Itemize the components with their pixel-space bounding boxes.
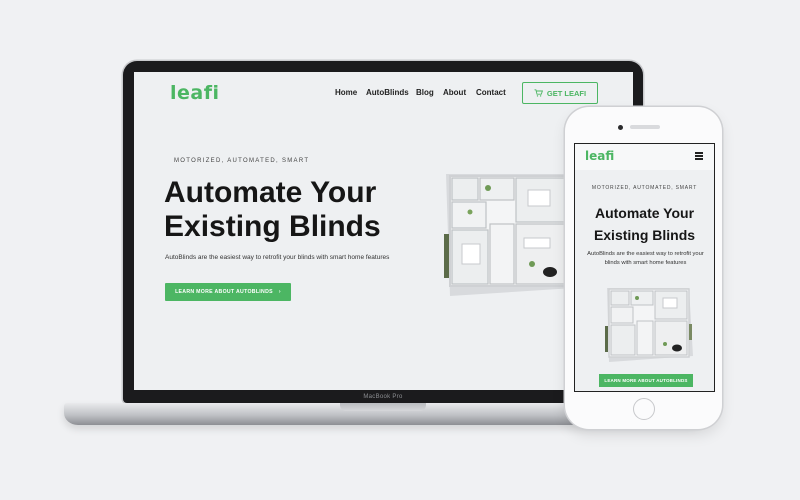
cart-icon xyxy=(534,89,543,97)
phone-speaker xyxy=(630,125,660,129)
mobile-logo[interactable]: leafi xyxy=(585,149,614,163)
mobile-hero-title-line2: Existing Blinds xyxy=(593,227,696,243)
hamburger-icon[interactable] xyxy=(695,152,703,161)
hero-title-line1: Automate Your xyxy=(164,176,377,209)
hero-title: Automate Your Existing Blinds xyxy=(164,176,414,244)
hero-title-line2: Existing Blinds xyxy=(164,210,381,243)
navbar: leafi Home AutoBlinds Blog About Contact… xyxy=(134,72,633,114)
nav-link-autoblinds[interactable]: AutoBlinds xyxy=(366,88,409,97)
nav-link-about[interactable]: About xyxy=(443,88,466,97)
laptop-device-label: MacBook Pro xyxy=(363,394,403,400)
mobile-floorplan-image xyxy=(605,288,693,362)
laptop-notch xyxy=(340,403,426,411)
chevron-right-icon: › xyxy=(278,289,281,295)
get-leafi-button[interactable]: GET LEAFI xyxy=(522,82,598,104)
nav-link-blog[interactable]: Blog xyxy=(416,88,434,97)
phone-camera xyxy=(618,125,623,130)
mobile-hero-title-line1: Automate Your xyxy=(594,205,695,221)
phone-screen: leafi MOTORIZED, AUTOMATED, SMART Automa… xyxy=(574,143,715,392)
floorplan-image xyxy=(444,174,574,296)
mobile-learn-more-button[interactable]: LEARN MORE ABOUT AUTOBLINDS xyxy=(599,374,693,387)
mobile-hero-title: Automate Your Existing Blinds xyxy=(575,202,714,246)
get-leafi-label: GET LEAFI xyxy=(546,88,587,98)
mobile-navbar: leafi xyxy=(575,144,714,170)
learn-more-button[interactable]: LEARN MORE ABOUT AUTOBLINDS › xyxy=(165,283,291,301)
logo[interactable]: leafi xyxy=(170,82,220,104)
laptop-screen: leafi Home AutoBlinds Blog About Contact… xyxy=(134,72,633,390)
nav-link-contact[interactable]: Contact xyxy=(476,88,506,97)
hero-eyebrow: MOTORIZED, AUTOMATED, SMART xyxy=(174,158,310,164)
mobile-hero-subtitle: AutoBlinds are the easiest way to retrof… xyxy=(587,251,704,266)
nav-link-home[interactable]: Home xyxy=(335,88,357,97)
mobile-hero-eyebrow: MOTORIZED, AUTOMATED, SMART xyxy=(591,185,698,191)
hero-subtitle: AutoBlinds are the easiest way to retrof… xyxy=(165,254,390,261)
learn-more-label: LEARN MORE ABOUT AUTOBLINDS xyxy=(175,289,273,295)
phone-home-button[interactable] xyxy=(633,398,655,420)
